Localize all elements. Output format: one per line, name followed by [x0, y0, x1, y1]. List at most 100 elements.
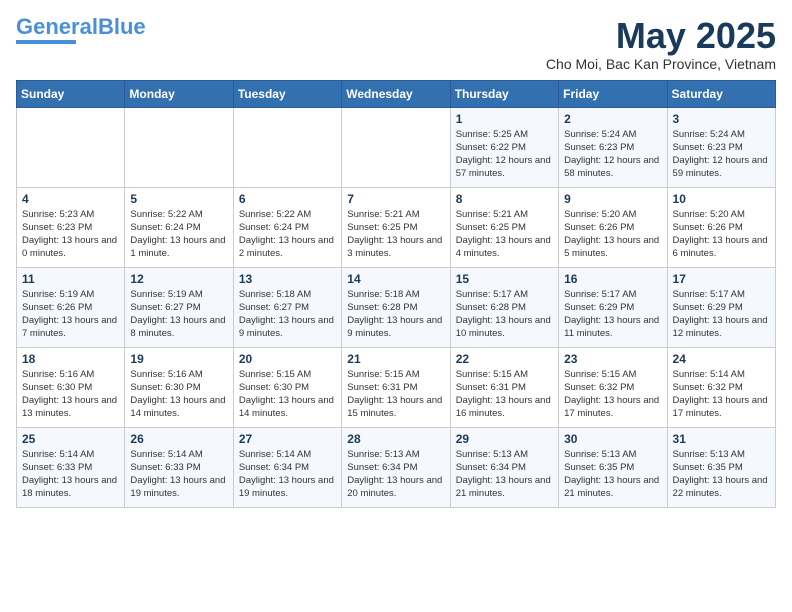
header: GeneralBlue May 2025 Cho Moi, Bac Kan Pr… — [16, 16, 776, 72]
day-info: Sunrise: 5:15 AM Sunset: 6:31 PM Dayligh… — [456, 368, 553, 421]
day-info: Sunrise: 5:18 AM Sunset: 6:28 PM Dayligh… — [347, 288, 444, 341]
day-info: Sunrise: 5:13 AM Sunset: 6:35 PM Dayligh… — [564, 448, 661, 501]
day-number: 20 — [239, 352, 336, 366]
day-cell: 18 Sunrise: 5:16 AM Sunset: 6:30 PM Dayli… — [17, 347, 125, 427]
day-number: 1 — [456, 112, 553, 126]
day-info: Sunrise: 5:15 AM Sunset: 6:30 PM Dayligh… — [239, 368, 336, 421]
day-info: Sunrise: 5:21 AM Sunset: 6:25 PM Dayligh… — [456, 208, 553, 261]
day-info: Sunrise: 5:22 AM Sunset: 6:24 PM Dayligh… — [239, 208, 336, 261]
day-info: Sunrise: 5:15 AM Sunset: 6:31 PM Dayligh… — [347, 368, 444, 421]
calendar-title: May 2025 — [546, 16, 776, 56]
day-info: Sunrise: 5:13 AM Sunset: 6:34 PM Dayligh… — [456, 448, 553, 501]
logo-blue: Blue — [98, 14, 146, 39]
title-area: May 2025 Cho Moi, Bac Kan Province, Viet… — [546, 16, 776, 72]
day-info: Sunrise: 5:24 AM Sunset: 6:23 PM Dayligh… — [673, 128, 770, 181]
week-row-2: 4 Sunrise: 5:23 AM Sunset: 6:23 PM Daylig… — [17, 187, 776, 267]
day-number: 19 — [130, 352, 227, 366]
day-cell: 12 Sunrise: 5:19 AM Sunset: 6:27 PM Dayli… — [125, 267, 233, 347]
day-cell: 9 Sunrise: 5:20 AM Sunset: 6:26 PM Daylig… — [559, 187, 667, 267]
day-cell: 3 Sunrise: 5:24 AM Sunset: 6:23 PM Daylig… — [667, 107, 775, 187]
day-number: 3 — [673, 112, 770, 126]
day-number: 29 — [456, 432, 553, 446]
day-cell: 5Sunrise: 5:22 AM Sunset: 6:24 PM Daylig… — [125, 187, 233, 267]
day-cell: 1 Sunrise: 5:25 AM Sunset: 6:22 PM Daylig… — [450, 107, 558, 187]
week-row-1: 1 Sunrise: 5:25 AM Sunset: 6:22 PM Daylig… — [17, 107, 776, 187]
day-cell: 23Sunrise: 5:15 AM Sunset: 6:32 PM Dayli… — [559, 347, 667, 427]
day-info: Sunrise: 5:17 AM Sunset: 6:29 PM Dayligh… — [564, 288, 661, 341]
day-cell: 11Sunrise: 5:19 AM Sunset: 6:26 PM Dayli… — [17, 267, 125, 347]
day-number: 15 — [456, 272, 553, 286]
day-cell: 19Sunrise: 5:16 AM Sunset: 6:30 PM Dayli… — [125, 347, 233, 427]
day-cell: 28 Sunrise: 5:13 AM Sunset: 6:34 PM Dayli… — [342, 427, 450, 507]
day-number: 2 — [564, 112, 661, 126]
day-info: Sunrise: 5:16 AM Sunset: 6:30 PM Dayligh… — [22, 368, 119, 421]
day-number: 6 — [239, 192, 336, 206]
day-number: 31 — [673, 432, 770, 446]
day-number: 28 — [347, 432, 444, 446]
calendar-subtitle: Cho Moi, Bac Kan Province, Vietnam — [546, 56, 776, 72]
day-info: Sunrise: 5:14 AM Sunset: 6:32 PM Dayligh… — [673, 368, 770, 421]
day-info: Sunrise: 5:14 AM Sunset: 6:33 PM Dayligh… — [22, 448, 119, 501]
day-cell: 24 Sunrise: 5:14 AM Sunset: 6:32 PM Dayli… — [667, 347, 775, 427]
day-info: Sunrise: 5:18 AM Sunset: 6:27 PM Dayligh… — [239, 288, 336, 341]
day-cell: 2 Sunrise: 5:24 AM Sunset: 6:23 PM Daylig… — [559, 107, 667, 187]
day-info: Sunrise: 5:23 AM Sunset: 6:23 PM Dayligh… — [22, 208, 119, 261]
day-number: 12 — [130, 272, 227, 286]
day-number: 21 — [347, 352, 444, 366]
day-cell: 25 Sunrise: 5:14 AM Sunset: 6:33 PM Dayli… — [17, 427, 125, 507]
day-info: Sunrise: 5:24 AM Sunset: 6:23 PM Dayligh… — [564, 128, 661, 181]
day-cell — [125, 107, 233, 187]
day-number: 24 — [673, 352, 770, 366]
calendar-table: Sunday Monday Tuesday Wednesday Thursday… — [16, 80, 776, 508]
day-number: 30 — [564, 432, 661, 446]
day-number: 13 — [239, 272, 336, 286]
day-info: Sunrise: 5:13 AM Sunset: 6:34 PM Dayligh… — [347, 448, 444, 501]
day-info: Sunrise: 5:25 AM Sunset: 6:22 PM Dayligh… — [456, 128, 553, 181]
day-number: 11 — [22, 272, 119, 286]
header-tuesday: Tuesday — [233, 80, 341, 107]
day-info: Sunrise: 5:13 AM Sunset: 6:35 PM Dayligh… — [673, 448, 770, 501]
header-thursday: Thursday — [450, 80, 558, 107]
day-number: 25 — [22, 432, 119, 446]
day-number: 14 — [347, 272, 444, 286]
day-cell: 7Sunrise: 5:21 AM Sunset: 6:25 PM Daylig… — [342, 187, 450, 267]
day-number: 17 — [673, 272, 770, 286]
day-info: Sunrise: 5:14 AM Sunset: 6:34 PM Dayligh… — [239, 448, 336, 501]
day-info: Sunrise: 5:14 AM Sunset: 6:33 PM Dayligh… — [130, 448, 227, 501]
day-cell: 13 Sunrise: 5:18 AM Sunset: 6:27 PM Dayli… — [233, 267, 341, 347]
day-info: Sunrise: 5:19 AM Sunset: 6:27 PM Dayligh… — [130, 288, 227, 341]
day-cell: 16 Sunrise: 5:17 AM Sunset: 6:29 PM Dayli… — [559, 267, 667, 347]
day-cell: 10 Sunrise: 5:20 AM Sunset: 6:26 PM Dayli… — [667, 187, 775, 267]
header-sunday: Sunday — [17, 80, 125, 107]
day-number: 7 — [347, 192, 444, 206]
day-number: 16 — [564, 272, 661, 286]
day-cell: 8 Sunrise: 5:21 AM Sunset: 6:25 PM Daylig… — [450, 187, 558, 267]
header-monday: Monday — [125, 80, 233, 107]
day-info: Sunrise: 5:20 AM Sunset: 6:26 PM Dayligh… — [673, 208, 770, 261]
day-cell: 4 Sunrise: 5:23 AM Sunset: 6:23 PM Daylig… — [17, 187, 125, 267]
day-number: 23 — [564, 352, 661, 366]
day-cell: 20 Sunrise: 5:15 AM Sunset: 6:30 PM Dayli… — [233, 347, 341, 427]
day-cell — [233, 107, 341, 187]
header-saturday: Saturday — [667, 80, 775, 107]
day-number: 10 — [673, 192, 770, 206]
header-friday: Friday — [559, 80, 667, 107]
day-info: Sunrise: 5:22 AM Sunset: 6:24 PM Dayligh… — [130, 208, 227, 261]
day-info: Sunrise: 5:17 AM Sunset: 6:29 PM Dayligh… — [673, 288, 770, 341]
day-number: 22 — [456, 352, 553, 366]
day-number: 8 — [456, 192, 553, 206]
day-info: Sunrise: 5:17 AM Sunset: 6:28 PM Dayligh… — [456, 288, 553, 341]
day-number: 9 — [564, 192, 661, 206]
day-cell: 26Sunrise: 5:14 AM Sunset: 6:33 PM Dayli… — [125, 427, 233, 507]
day-cell: 31 Sunrise: 5:13 AM Sunset: 6:35 PM Dayli… — [667, 427, 775, 507]
day-cell — [17, 107, 125, 187]
day-cell: 14 Sunrise: 5:18 AM Sunset: 6:28 PM Dayli… — [342, 267, 450, 347]
day-info: Sunrise: 5:20 AM Sunset: 6:26 PM Dayligh… — [564, 208, 661, 261]
week-row-5: 25 Sunrise: 5:14 AM Sunset: 6:33 PM Dayli… — [17, 427, 776, 507]
day-number: 4 — [22, 192, 119, 206]
week-row-4: 18 Sunrise: 5:16 AM Sunset: 6:30 PM Dayli… — [17, 347, 776, 427]
day-number: 18 — [22, 352, 119, 366]
logo-text: GeneralBlue — [16, 16, 146, 38]
day-number: 27 — [239, 432, 336, 446]
logo-underline — [16, 40, 76, 44]
